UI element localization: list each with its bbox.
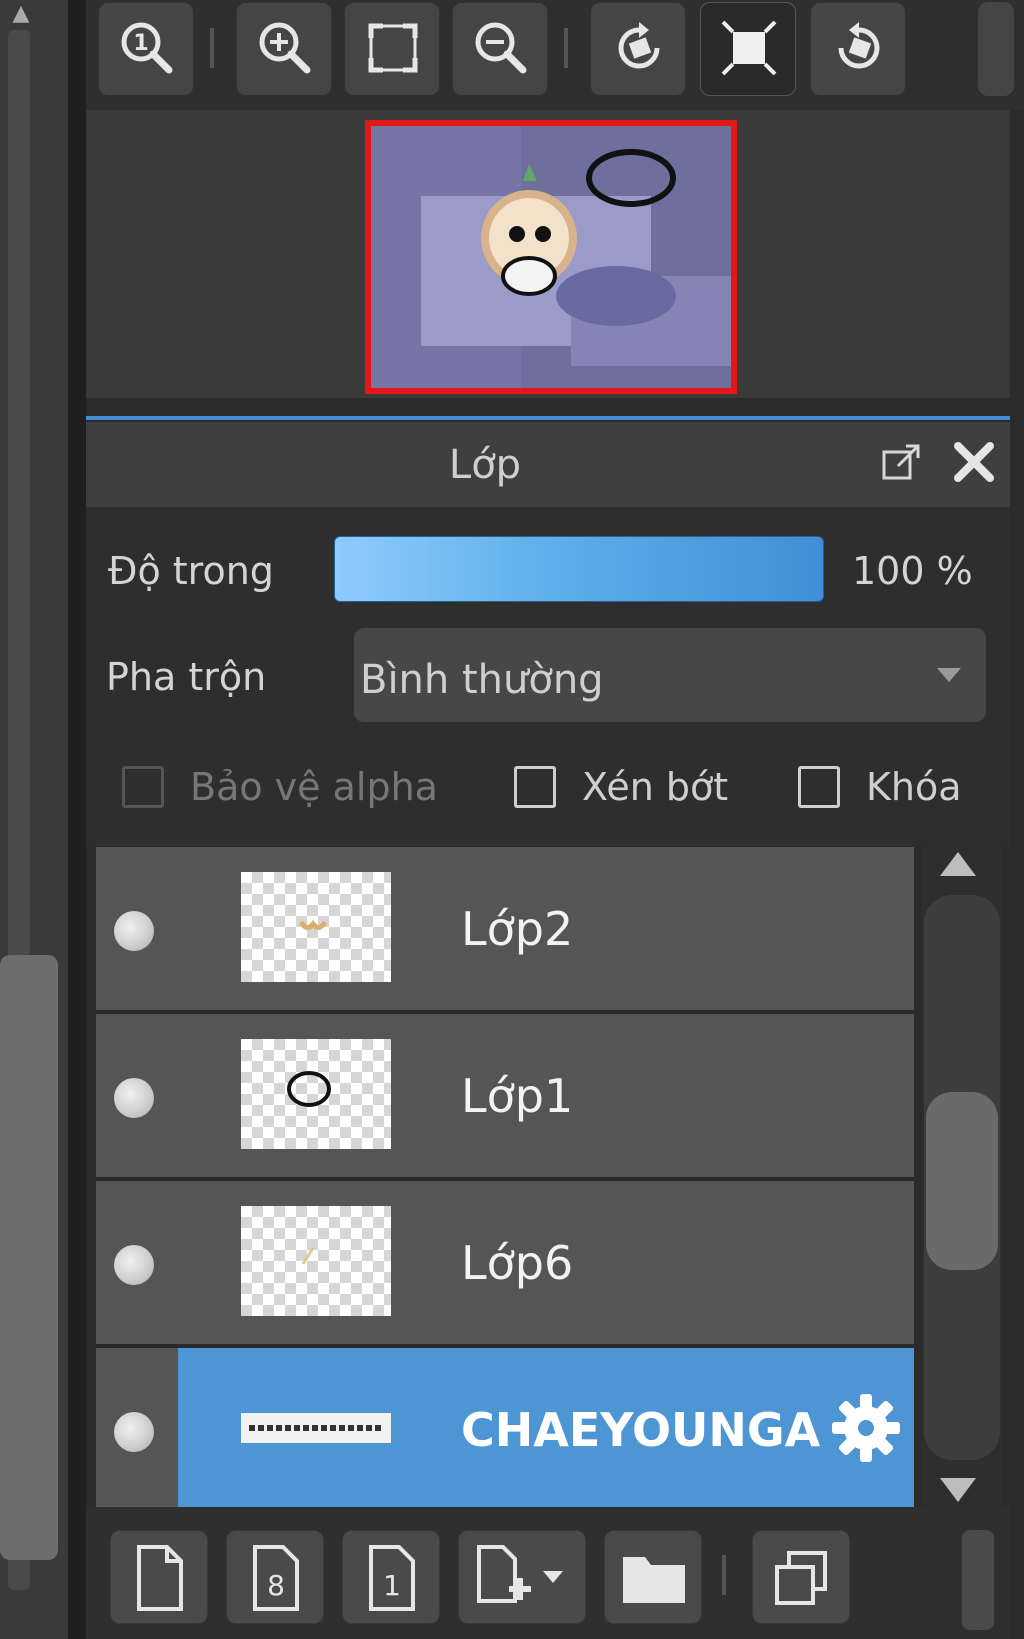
svg-text:1: 1 xyxy=(383,1569,401,1602)
rotate-right-icon xyxy=(838,22,880,69)
bottom-toolbar-scroll-handle[interactable] xyxy=(962,1530,994,1630)
clipping-label: Xén bớt xyxy=(582,765,729,809)
zoom-out-icon xyxy=(475,22,527,74)
layer-thumbnail-image xyxy=(298,919,328,930)
duplicate-layer-button[interactable] xyxy=(752,1530,850,1624)
layer-thumbnail xyxy=(241,1039,391,1149)
new-8bit-layer-button[interactable]: 8 xyxy=(226,1530,324,1624)
layer-name: Lớp6 xyxy=(461,1236,574,1290)
lock-label: Khóa xyxy=(866,765,962,809)
folder-icon xyxy=(623,1557,685,1603)
panel-title: Lớp xyxy=(448,442,522,488)
rotate-left-icon xyxy=(618,22,660,69)
new-page-icon xyxy=(137,1545,183,1611)
layer-name: Lớp2 xyxy=(461,902,574,956)
navigator-toolbar: 1 xyxy=(86,0,1024,110)
frame-selected-icon xyxy=(721,20,777,76)
canvas-thumbnail-image xyxy=(371,126,731,388)
clipping-checkbox[interactable] xyxy=(514,766,556,808)
lock-checkbox[interactable] xyxy=(798,766,840,808)
layer-name: Lớp1 xyxy=(461,1069,574,1123)
new-1bit-layer-button[interactable]: 1 xyxy=(342,1530,440,1624)
zoom-actual-size-icon: 1 xyxy=(121,22,173,74)
protect-alpha-checkbox[interactable] xyxy=(122,766,164,808)
blend-mode-value: Bình thường xyxy=(360,657,604,703)
svg-text:8: 8 xyxy=(267,1569,285,1602)
zoom-in-button[interactable] xyxy=(236,2,332,96)
layer-thumbnail xyxy=(241,872,391,982)
opacity-value: 100 % xyxy=(852,549,973,593)
panel-divider[interactable] xyxy=(68,0,86,1639)
fit-screen-button[interactable] xyxy=(344,2,440,96)
layer-list-scroll-thumb[interactable] xyxy=(926,1092,998,1270)
close-icon[interactable] xyxy=(950,438,998,486)
zoom-in-icon xyxy=(259,22,311,74)
chevron-down-icon xyxy=(937,668,961,682)
1bit-layer-icon: 1 xyxy=(369,1545,415,1611)
layer-row[interactable]: Lớp2 xyxy=(96,847,914,1014)
layer-thumbnail xyxy=(241,1373,391,1483)
layer-thumbnail-image xyxy=(287,1071,331,1107)
new-folder-button[interactable] xyxy=(604,1530,702,1624)
scroll-up-icon[interactable] xyxy=(940,852,976,876)
opacity-label: Độ trong xyxy=(108,549,274,593)
8bit-layer-icon: 8 xyxy=(253,1545,299,1611)
scroll-down-icon[interactable] xyxy=(940,1478,976,1502)
opacity-slider[interactable] xyxy=(334,536,824,602)
layer-thumbnail-image xyxy=(301,1247,315,1265)
visibility-toggle[interactable] xyxy=(114,911,154,951)
new-layer-button[interactable] xyxy=(110,1530,208,1624)
fit-screen-icon xyxy=(368,23,418,73)
panel-splitter-highlight[interactable] xyxy=(86,416,1010,420)
layer-row[interactable]: Lớp1 xyxy=(96,1014,914,1181)
navigator-canvas-frame[interactable] xyxy=(365,120,737,394)
popout-icon[interactable] xyxy=(880,440,924,484)
left-scroll-thumb[interactable] xyxy=(0,955,58,1560)
scroll-up-arrow-icon[interactable]: ▲ xyxy=(4,2,38,26)
zoom-actual-size-button[interactable]: 1 xyxy=(98,2,194,96)
visibility-toggle[interactable] xyxy=(114,1412,154,1452)
duplicate-icon xyxy=(775,1551,827,1605)
protect-alpha-label: Bảo vệ alpha xyxy=(190,765,438,809)
frame-selected-button[interactable] xyxy=(700,2,796,96)
add-layer-icon xyxy=(477,1545,563,1603)
add-layer-menu-button[interactable] xyxy=(458,1530,586,1624)
blend-mode-label: Pha trộn xyxy=(106,655,267,699)
layer-row[interactable]: Lớp6 xyxy=(96,1181,914,1348)
gear-icon[interactable] xyxy=(826,1388,906,1468)
rotate-left-button[interactable] xyxy=(590,2,686,96)
toolbar-separator xyxy=(722,1555,726,1595)
zoom-out-button[interactable] xyxy=(452,2,548,96)
layer-row-selected[interactable]: CHAEYOUNGA xyxy=(96,1348,914,1507)
visibility-toggle[interactable] xyxy=(114,1245,154,1285)
rotate-right-button[interactable] xyxy=(810,2,906,96)
svg-text:1: 1 xyxy=(133,31,148,56)
visibility-toggle[interactable] xyxy=(114,1078,154,1118)
layer-list[interactable]: Lớp2 Lớp1 Lớp6 CHAEYOUNGA xyxy=(96,847,914,1507)
layer-thumbnail-image xyxy=(241,1413,391,1443)
layer-thumbnail xyxy=(241,1206,391,1316)
toolbar-scroll-handle[interactable] xyxy=(978,2,1014,96)
